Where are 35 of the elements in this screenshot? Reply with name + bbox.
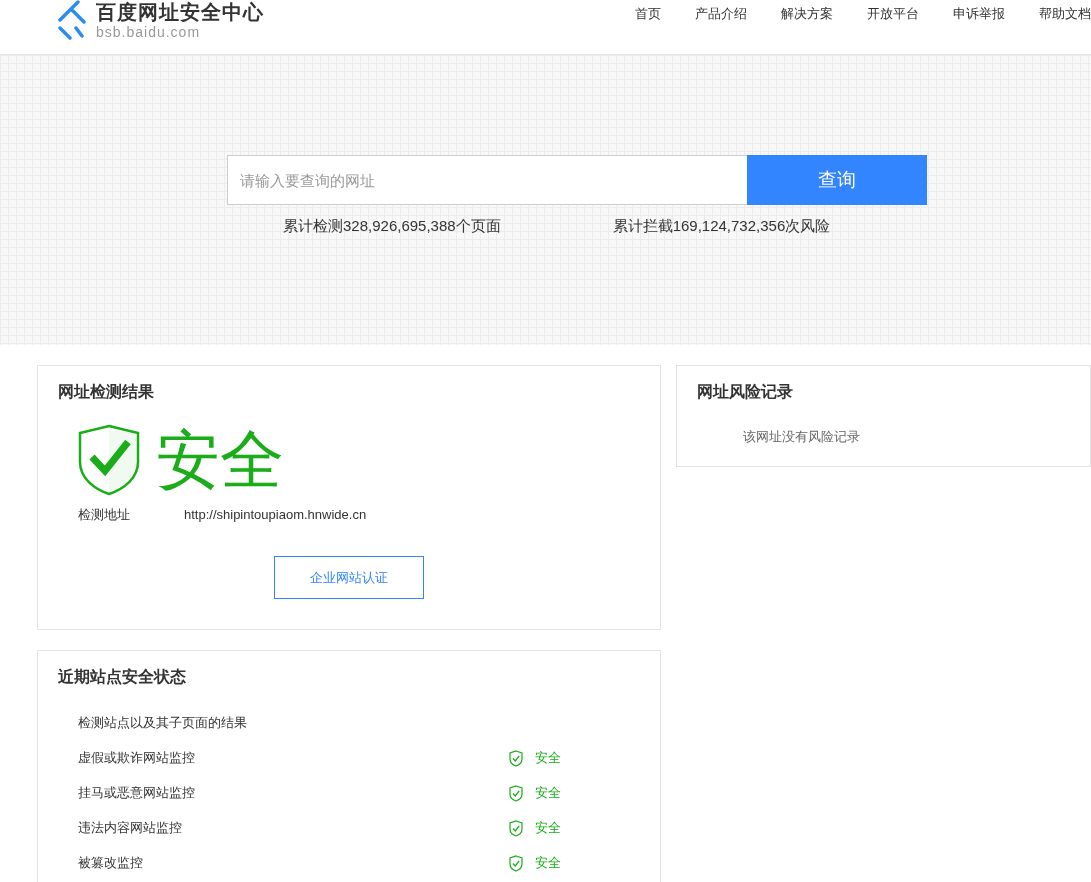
monitor-label: 违法内容网站监控: [78, 819, 183, 837]
monitor-result: 安全: [535, 819, 561, 837]
site-domain: bsb.baidu.com: [96, 24, 202, 40]
shield-check-icon: [78, 424, 140, 496]
stat-text: 累计检测328,926,695,388个页面: [283, 217, 501, 236]
nav-link[interactable]: 开放平台: [867, 5, 919, 23]
shield-check-icon: [509, 749, 523, 767]
nav-link[interactable]: 申诉举报: [953, 5, 1005, 23]
url-search-field[interactable]: 请输入要查询的网址: [227, 155, 747, 205]
logo-icon: [56, 0, 86, 40]
stat-text: 累计拦截169,124,732,356次风险: [612, 217, 831, 236]
nav-link[interactable]: 解决方案: [781, 5, 833, 23]
monitor-label: 挂马或恶意网站监控: [78, 784, 196, 802]
nav-link[interactable]: 帮助文档: [1039, 5, 1091, 23]
site-name: 百度网址安全中心: [96, 0, 264, 24]
card-title: 近期站点安全状态: [58, 667, 187, 687]
nav-link[interactable]: 首页: [635, 5, 661, 23]
monitor-result: 安全: [535, 784, 561, 802]
monitor-result: 安全: [535, 749, 561, 767]
nav-link[interactable]: 产品介绍: [695, 5, 747, 23]
card-title: 网址风险记录: [697, 382, 794, 402]
monitor-label: 虚假或欺诈网站监控: [78, 749, 196, 767]
risk-message: 该网址没有风险记录: [743, 428, 861, 446]
verdict-text: 安全: [156, 424, 284, 496]
address-label: 检测地址: [78, 506, 131, 524]
monitor-result: 安全: [535, 854, 561, 872]
monitor-label: 被篡改监控: [78, 854, 144, 872]
shield-check-icon: [509, 854, 523, 872]
certification-button[interactable]: 企业网站认证: [274, 556, 424, 599]
shield-check-icon: [509, 784, 523, 802]
shield-check-icon: [509, 819, 523, 837]
card-title: 网址检测结果: [58, 382, 155, 402]
query-button[interactable]: 查询: [747, 155, 927, 205]
status-subtitle: 检测站点以及其子页面的结果: [78, 714, 248, 732]
address-url: http://shipintoupiaom.hnwide.cn: [184, 506, 367, 524]
